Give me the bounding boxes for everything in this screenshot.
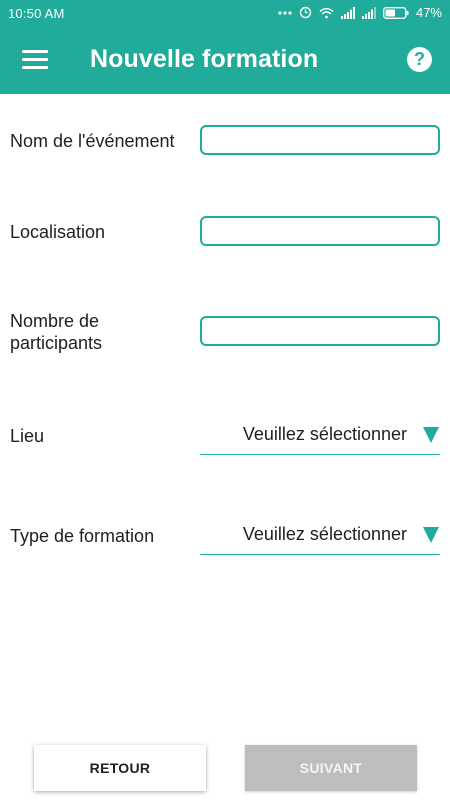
event-name-label: Nom de l'événement [10,131,175,151]
training-type-select[interactable]: Veuillez sélectionner [200,515,440,555]
alarm-icon [299,6,312,19]
location-input[interactable] [200,216,440,246]
battery-icon [383,6,409,19]
venue-label: Lieu [10,426,45,446]
back-button[interactable]: RETOUR [34,745,206,791]
signal-icon [340,6,355,19]
training-type-select-value: Veuillez sélectionner [242,524,407,544]
wifi-icon [319,7,334,18]
status-icons: 47% [278,5,442,20]
location-label: Localisation [10,222,106,242]
more-dots-icon [278,10,292,15]
signal-icon [361,6,376,19]
event-name-input[interactable] [200,125,440,155]
participants-input[interactable] [200,316,440,346]
next-button[interactable]: SUIVANT [245,745,417,791]
training-type-label: Type de formation [10,526,155,546]
page-title: Nouvelle formation [90,45,319,73]
venue-select[interactable]: Veuillez sélectionner [200,415,440,455]
help-icon[interactable]: ? [407,47,432,72]
participants-label: Nombre de participants [10,310,102,354]
venue-select-value: Veuillez sélectionner [242,424,407,444]
status-time: 10:50 AM [8,6,65,21]
status-bar: 10:50 AM 47% [0,0,450,28]
app-bar: Nouvelle formation ? [0,28,450,94]
hamburger-menu-icon[interactable] [22,50,48,70]
participants-label-line1: Nombre de [10,311,100,331]
dropdown-arrow-icon [423,527,439,543]
battery-percentage: 47% [415,5,442,20]
participants-label-line2: participants [10,333,103,353]
dropdown-arrow-icon [423,427,439,443]
